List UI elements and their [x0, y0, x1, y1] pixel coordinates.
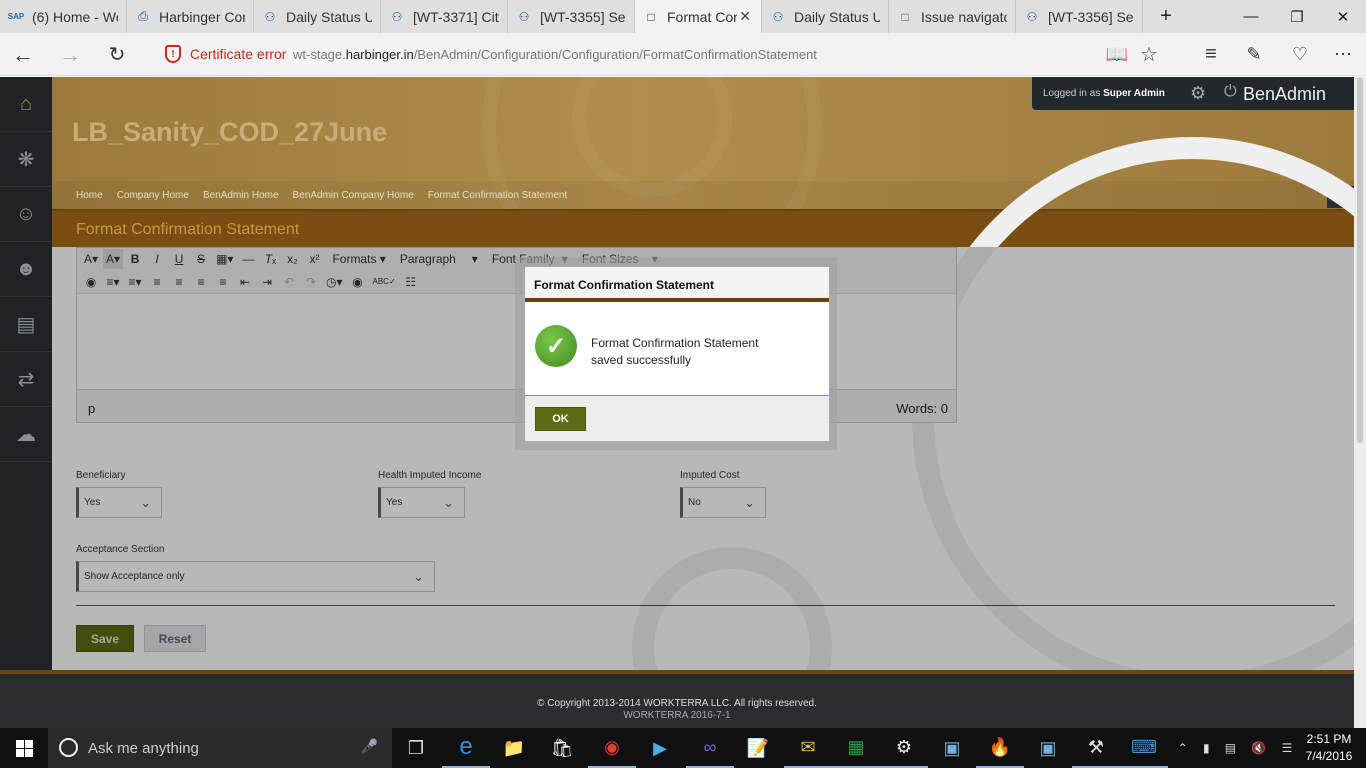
app-icon[interactable]: ▣	[928, 728, 976, 768]
side-navigation: ⌂ ❋ ☺ ☻ ▤ ⇄ ☁	[0, 77, 52, 728]
cortana-icon	[59, 738, 78, 757]
company-name: LB_Sanity_COD_27June	[72, 117, 388, 147]
breadcrumb-benadmin-home[interactable]: BenAdmin Home	[203, 190, 279, 201]
user-icon[interactable]: ☻	[0, 242, 52, 297]
favorite-star-icon[interactable]: ☆	[1126, 33, 1172, 76]
browser-tab[interactable]: ⚇Daily Status Up	[762, 0, 889, 33]
jira-icon: ⚇	[772, 9, 784, 24]
minimize-icon[interactable]: —	[1228, 0, 1274, 33]
more-icon[interactable]: ⋯	[1320, 33, 1366, 76]
tools-icon[interactable]: ⚒	[1072, 728, 1120, 768]
jira-icon: ⚇	[264, 9, 276, 24]
browser-tab[interactable]: SAP (6) Home - We	[0, 0, 127, 33]
logged-in-text: Logged in as Super Admin	[1043, 88, 1165, 99]
outlook-icon[interactable]: ✉	[784, 728, 832, 768]
share-icon[interactable]: ♡	[1277, 33, 1323, 76]
success-dialog: Format Confirmation Statement ✓ Format C…	[525, 267, 829, 441]
system-tray: ⌃ ▮ ▤ 🔇 ☰	[1170, 728, 1300, 768]
certificate-error[interactable]: ! Certificate error	[165, 45, 286, 63]
visual-studio-icon[interactable]: ∞	[686, 728, 734, 768]
new-tab-icon[interactable]: +	[1143, 0, 1189, 33]
page-footer: © Copyright 2013-2014 WORKTERRA LLC. All…	[0, 670, 1354, 728]
windows-start-icon[interactable]	[0, 728, 48, 768]
browser-tab[interactable]: ⚇ [WT-3356] Sen	[1016, 0, 1143, 33]
jira-icon: ⚇	[391, 9, 403, 24]
browser-tab[interactable]: ⚇ [WT-3355] Sen	[508, 0, 635, 33]
web-note-icon[interactable]: ✎	[1231, 33, 1277, 76]
browser-tab[interactable]: ⎙ Harbinger Con	[127, 0, 254, 33]
media-player-icon[interactable]: ▶	[636, 728, 684, 768]
shield-error-icon: !	[165, 45, 181, 63]
copyright-text: © Copyright 2013-2014 WORKTERRA LLC. All…	[537, 698, 817, 709]
user-settings-icon[interactable]: ☺	[0, 187, 52, 242]
chevron-up-icon[interactable]: ⌃	[1178, 741, 1188, 755]
file-explorer-icon[interactable]: 📁	[490, 728, 538, 768]
ok-button[interactable]: OK	[535, 407, 586, 431]
page-title: Format Confirmation Statement	[76, 221, 300, 238]
page-icon: □	[901, 9, 909, 24]
brand-logo: BenAdmin	[1243, 84, 1327, 104]
close-tab-icon[interactable]: ✕	[739, 8, 751, 25]
task-view-icon[interactable]: ❐	[392, 728, 440, 768]
success-check-icon: ✓	[535, 325, 577, 367]
battery-icon[interactable]: ▮	[1203, 741, 1210, 755]
notifications-icon[interactable]: ☰	[1282, 741, 1293, 755]
microphone-icon[interactable]: 🎤	[361, 738, 378, 755]
browser-tab-bar: SAP (6) Home - We ⎙ Harbinger Con ⚇ Daily S…	[0, 0, 1366, 33]
configuration-icon[interactable]: ❋	[0, 132, 52, 187]
dialog-title: Format Confirmation Statement	[525, 267, 829, 302]
chrome-icon[interactable]: ◉	[588, 728, 636, 768]
page-icon: ⎙	[138, 9, 148, 23]
back-icon[interactable]: ←	[0, 33, 46, 76]
cortana-search-box[interactable]: Ask me anything 🎤	[48, 728, 392, 768]
page-icon: □	[647, 9, 655, 24]
dialog-footer: OK	[525, 395, 829, 441]
home-icon[interactable]: ⌂	[0, 77, 52, 132]
notes-icon[interactable]: 📝	[734, 728, 782, 768]
browser-tab[interactable]: □ Issue navigator	[889, 0, 1016, 33]
app-icon[interactable]: ▣	[1024, 728, 1072, 768]
restore-icon[interactable]: ❐	[1274, 0, 1320, 33]
transfer-icon[interactable]: ⇄	[0, 352, 52, 407]
browser-tab[interactable]: ⚇ [WT-3371] City	[381, 0, 508, 33]
browser-tab-active[interactable]: □ Format Cor ✕	[635, 0, 762, 33]
user-panel: Logged in as Super Admin ⚙ ⏻ BenAdmin	[1032, 77, 1354, 110]
forward-icon[interactable]: →	[47, 33, 93, 76]
network-icon[interactable]: ▤	[1225, 741, 1236, 755]
remote-desktop-icon[interactable]: ⌨	[1120, 728, 1168, 768]
firefox-icon[interactable]: 🔥	[976, 728, 1024, 768]
windows-taskbar: Ask me anything 🎤 ❐ e 📁 🛍 ◉ ▶ ∞ 📝 ✉ ▦ ⚙ ▣…	[0, 728, 1366, 768]
settings-gear-icon[interactable]: ⚙	[880, 728, 928, 768]
hub-icon[interactable]: ≡	[1188, 33, 1234, 76]
excel-icon[interactable]: ▦	[832, 728, 880, 768]
refresh-icon[interactable]: ↻	[94, 33, 140, 76]
address-bar: ← → ↻ ! Certificate error wt-stage.harbin…	[0, 33, 1366, 76]
messages-icon[interactable]: ☁	[0, 407, 52, 462]
breadcrumb-benadmin-company-home[interactable]: BenAdmin Company Home	[293, 190, 414, 201]
system-clock[interactable]: 2:51 PM 7/4/2016	[1296, 731, 1362, 765]
scrollbar-thumb[interactable]	[1357, 77, 1363, 443]
url-field[interactable]: wt-stage.harbinger.in/BenAdmin/Configura…	[293, 47, 817, 62]
jira-icon: ⚇	[518, 9, 530, 24]
edge-browser-icon[interactable]: e	[442, 728, 490, 768]
breadcrumb-current: Format Confirmation Statement	[427, 189, 568, 201]
vertical-scrollbar[interactable]	[1354, 77, 1366, 728]
browser-tab[interactable]: ⚇Daily Status Up	[254, 0, 381, 33]
dialog-message: Format Confirmation Statement saved succe…	[591, 336, 759, 367]
sap-icon: SAP	[7, 12, 25, 21]
reports-chart-icon[interactable]: ▤	[0, 297, 52, 352]
breadcrumb-home[interactable]: Home	[76, 190, 103, 201]
power-icon[interactable]: ⏻	[1224, 83, 1237, 101]
volume-mute-icon[interactable]: 🔇	[1251, 741, 1266, 755]
store-icon[interactable]: 🛍	[538, 728, 586, 768]
close-window-icon[interactable]: ✕	[1320, 0, 1366, 33]
version-text: WORKTERRA 2016-7-1	[623, 710, 731, 721]
breadcrumb-company-home[interactable]: Company Home	[117, 190, 189, 201]
gear-icon[interactable]: ⚙	[1190, 83, 1206, 104]
jira-icon: ⚇	[1026, 9, 1038, 24]
